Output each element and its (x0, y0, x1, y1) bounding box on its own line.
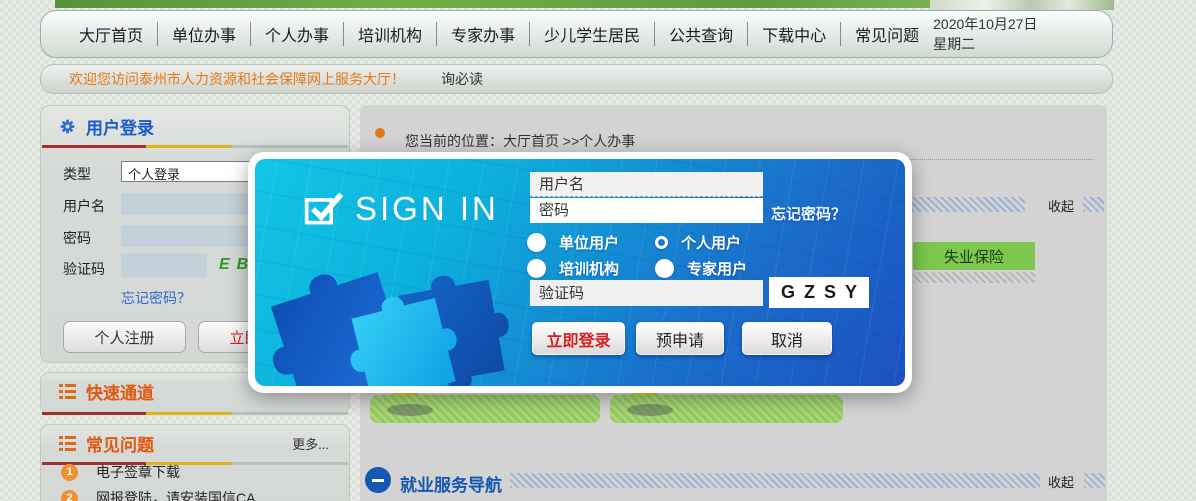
collapse-link-personal[interactable]: 收起 (1048, 196, 1074, 215)
list-icon (59, 436, 76, 451)
radio-label: 个人用户 (681, 235, 742, 252)
gear-icon (60, 119, 75, 134)
shadow (627, 404, 673, 416)
minus-circle-icon[interactable] (365, 467, 391, 493)
username-label: 用户名 (63, 198, 105, 214)
nav-item-query[interactable]: 公共查询 (654, 22, 747, 46)
welcome-message: 欢迎您访问泰州市人力资源和社会保障网上服务大厅！ (69, 71, 405, 87)
current-date: 2020年10月27日 星期二 (933, 16, 1038, 52)
shadow (387, 404, 433, 416)
nav-item-unit[interactable]: 单位办事 (157, 22, 250, 46)
unemployment-insurance-button[interactable]: 失业保险 (913, 242, 1035, 270)
nav-menu: 大厅首页 单位办事 个人办事 培训机构 专家办事 少儿学生居民 公共查询 下载中… (65, 22, 933, 46)
radio-icon[interactable] (527, 233, 546, 252)
welcome-bar: 欢迎您访问泰州市人力资源和社会保障网上服务大厅！ 询必读 (40, 64, 1113, 94)
radio-icon[interactable] (655, 259, 674, 278)
button-stripe (913, 272, 1035, 283)
top-navigation: 大厅首页 单位办事 个人办事 培训机构 专家办事 少儿学生居民 公共查询 下载中… (40, 10, 1113, 58)
user-login-title: 用户登录 (86, 119, 154, 138)
faq-panel: 常见问题 更多... 1 电子签章下载 2 网报登陆，请安装国信CA (40, 424, 350, 501)
password-label: 密码 (63, 230, 91, 246)
notice-ticker-link[interactable]: 询必读 (441, 69, 483, 89)
modal-password-field[interactable] (530, 198, 763, 223)
nav-item-training[interactable]: 培训机构 (343, 22, 436, 46)
sign-in-modal: SIGN IN 忘记密码？ 单位用户 个人用户 培训机构 专家用户 GZSY 立… (248, 152, 912, 393)
modal-cancel-button[interactable]: 取消 (742, 322, 832, 355)
faq-header: 常见问题 更多... (41, 425, 349, 462)
modal-preapply-button[interactable]: 预申请 (636, 322, 724, 355)
radio-icon[interactable] (527, 259, 546, 278)
user-login-header: 用户登录 (41, 106, 349, 145)
list-icon (59, 384, 76, 399)
employment-section-title: 就业服务导航 (400, 476, 502, 495)
modal-captcha-field[interactable] (530, 280, 763, 306)
faq-item-text: 网报登陆，请安装国信CA (96, 490, 256, 501)
faq-title: 常见问题 (86, 436, 154, 455)
section-stripe (510, 473, 1040, 488)
modal-username-field[interactable] (530, 172, 763, 197)
nav-item-home[interactable]: 大厅首页 (65, 22, 157, 46)
divider (42, 145, 348, 148)
sign-in-logo: SIGN IN (303, 189, 499, 229)
breadcrumb: 您当前的位置：大厅首页 >>个人办事 (405, 133, 636, 149)
radio-icon[interactable] (655, 236, 668, 249)
faq-item-2[interactable]: 2 网报登陆，请安装国信CA (61, 488, 255, 501)
faq-item-text: 电子签章下载 (96, 464, 180, 480)
check-square-icon (304, 192, 343, 225)
number-badge: 2 (61, 489, 78, 501)
nav-item-download[interactable]: 下载中心 (747, 22, 840, 46)
faq-more-link[interactable]: 更多... (292, 434, 329, 453)
sign-in-text: SIGN IN (355, 190, 499, 227)
radio-label: 专家用户 (687, 261, 748, 278)
faq-item-1[interactable]: 1 电子签章下载 (61, 462, 180, 482)
forgot-password-link[interactable]: 忘记密码？ (121, 288, 191, 308)
nav-item-expert[interactable]: 专家办事 (436, 22, 529, 46)
divider (42, 412, 348, 415)
section-stripe (1084, 473, 1105, 488)
location-pin-icon (375, 128, 385, 138)
quick-channel-title: 快速通道 (86, 384, 154, 403)
banner-grass-photo (55, 0, 930, 8)
modal-captcha-image[interactable]: GZSY (769, 277, 869, 308)
radio-label: 单位用户 (559, 235, 620, 252)
radio-training-org[interactable]: 培训机构 (527, 258, 619, 279)
radio-unit-user[interactable]: 单位用户 (527, 232, 619, 253)
nav-item-students[interactable]: 少儿学生居民 (529, 22, 654, 46)
section-stripe (1083, 197, 1104, 212)
radio-expert-user[interactable]: 专家用户 (655, 258, 747, 279)
nav-item-personal[interactable]: 个人办事 (250, 22, 343, 46)
banner-people-photo (930, 0, 1114, 10)
modal-login-button[interactable]: 立即登录 (532, 322, 625, 355)
modal-background: SIGN IN 忘记密码？ 单位用户 个人用户 培训机构 专家用户 GZSY 立… (255, 159, 905, 386)
radio-personal-user[interactable]: 个人用户 (655, 232, 741, 253)
captcha-label: 验证码 (63, 261, 105, 277)
radio-label: 培训机构 (559, 261, 620, 278)
modal-forgot-password-link[interactable]: 忘记密码？ (771, 203, 846, 224)
register-button[interactable]: 个人注册 (63, 321, 186, 353)
collapse-link-employment[interactable]: 收起 (1048, 472, 1074, 491)
number-badge: 1 (61, 463, 78, 481)
captcha-field[interactable] (121, 253, 207, 277)
nav-item-faq[interactable]: 常见问题 (840, 22, 933, 46)
login-type-label: 类型 (63, 166, 91, 182)
